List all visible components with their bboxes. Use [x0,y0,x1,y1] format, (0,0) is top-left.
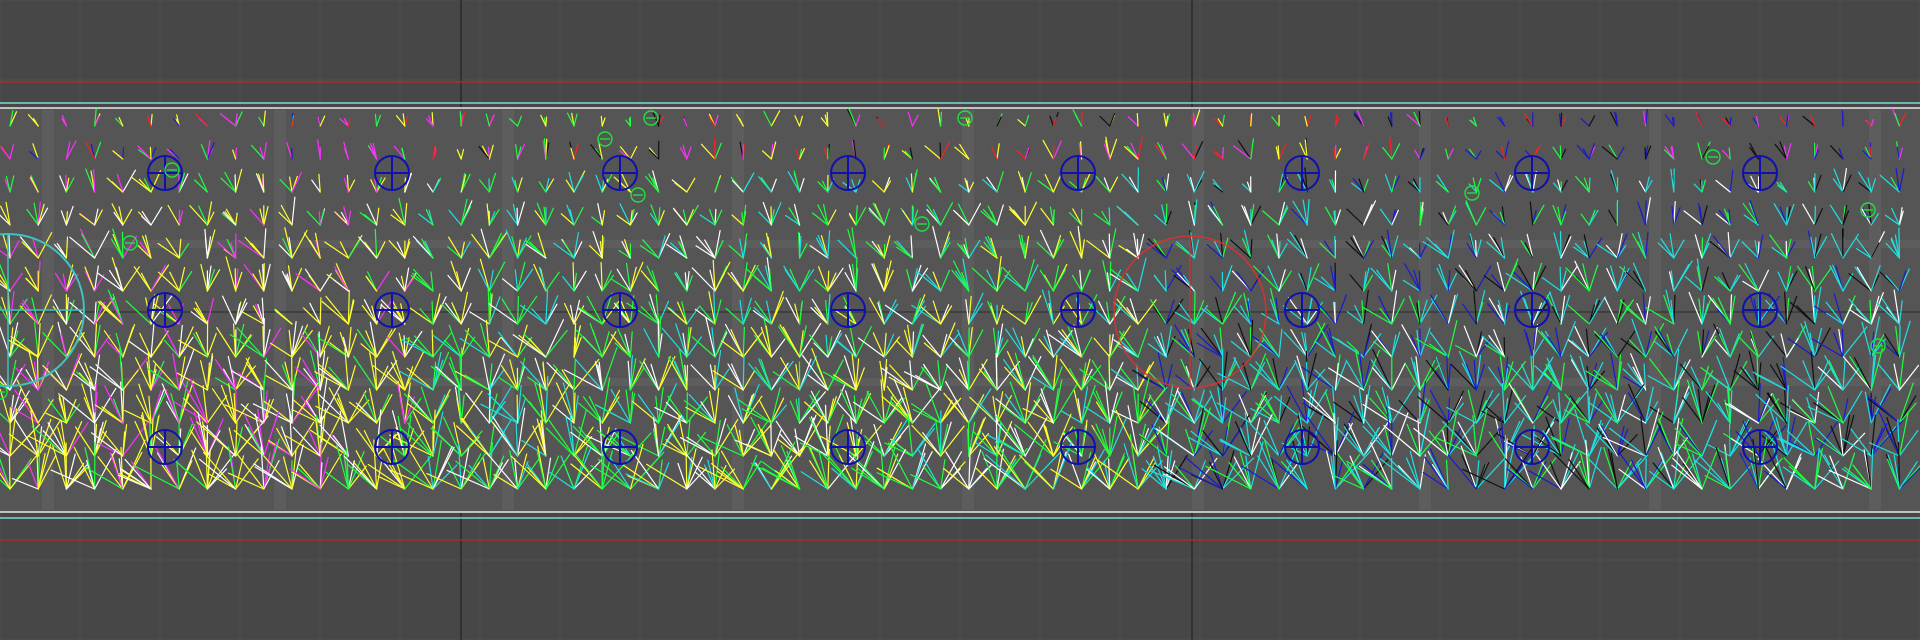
field-vector [516,296,520,325]
field-vector [1418,392,1421,424]
blue-probe-icon[interactable] [1742,292,1778,328]
blue-probe-icon[interactable] [1742,429,1778,465]
field-vector [1250,113,1253,127]
field-vector [1841,110,1844,127]
blue-probe-icon[interactable] [602,429,638,465]
blue-probe-icon[interactable] [1284,429,1320,465]
field-vector [1814,205,1817,226]
field-vector [1870,146,1872,160]
field-vector [1559,231,1562,259]
field-vector [939,142,942,160]
field-vector [1898,227,1901,259]
field-vector [122,147,125,160]
field-vector [1193,291,1196,325]
field-vector [1221,147,1225,160]
blue-probe-icon[interactable] [374,155,410,191]
corridor-floor [0,108,1920,512]
field-vector [1532,349,1535,391]
scene-viewport[interactable] [0,0,1920,640]
blue-probe-icon[interactable] [830,155,866,191]
field-vector [1052,145,1055,160]
field-vector [1729,116,1732,127]
field-vector [1052,209,1055,226]
field-vector [516,207,519,226]
field-vector [742,355,745,391]
field-vector [826,111,829,127]
blue-probe-icon[interactable] [1060,292,1096,328]
field-vector [1334,235,1337,259]
field-vector [8,455,11,490]
blue-probe-icon[interactable] [830,429,866,465]
field-vector [1644,147,1647,160]
floor-seam [502,110,514,510]
field-vector [235,147,237,160]
blue-probe-icon[interactable] [1284,292,1320,328]
blue-probe-icon[interactable] [602,155,638,191]
field-vector [1644,200,1647,226]
field-vector [685,452,688,490]
blue-probe-icon[interactable] [147,292,183,328]
field-vector [234,174,237,193]
blue-probe-icon[interactable] [1742,155,1778,191]
blue-probe-icon[interactable] [1060,429,1096,465]
blue-probe-icon[interactable] [374,429,410,465]
field-vector [1644,458,1647,490]
field-vector [686,364,689,391]
blue-probe-icon[interactable] [1284,155,1320,191]
field-vector [1136,112,1139,127]
field-vector [1474,240,1478,259]
vector-field-scene[interactable] [0,0,1920,640]
field-vector [516,394,519,424]
blue-probe-icon[interactable] [1514,155,1550,191]
blue-probe-icon[interactable] [1060,155,1096,191]
field-vector [545,116,548,127]
field-vector [770,423,773,457]
field-vector [319,297,322,325]
field-vector [149,146,152,160]
blue-probe-icon[interactable] [602,292,638,328]
blue-probe-icon[interactable] [1514,429,1550,465]
blue-probe-icon[interactable] [830,292,866,328]
field-vector [1559,145,1562,160]
field-vector [1136,238,1139,259]
field-vector [1588,177,1591,193]
field-vector [1560,112,1563,127]
field-vector [939,111,943,127]
field-vector [431,329,434,358]
field-vector [1108,354,1111,391]
field-vector [1305,361,1308,391]
blue-probe-icon[interactable] [147,429,183,465]
field-vector [1418,270,1421,292]
blue-probe-icon[interactable] [1514,292,1550,328]
field-vector [1898,325,1901,358]
field-vector [1701,237,1704,259]
field-vector [1108,233,1111,259]
blue-probe-icon[interactable] [374,292,410,328]
field-vector [1728,423,1731,457]
field-vector [1192,112,1196,127]
field-vector [1108,207,1111,226]
field-vector [1080,111,1083,127]
field-vector [1841,328,1844,358]
